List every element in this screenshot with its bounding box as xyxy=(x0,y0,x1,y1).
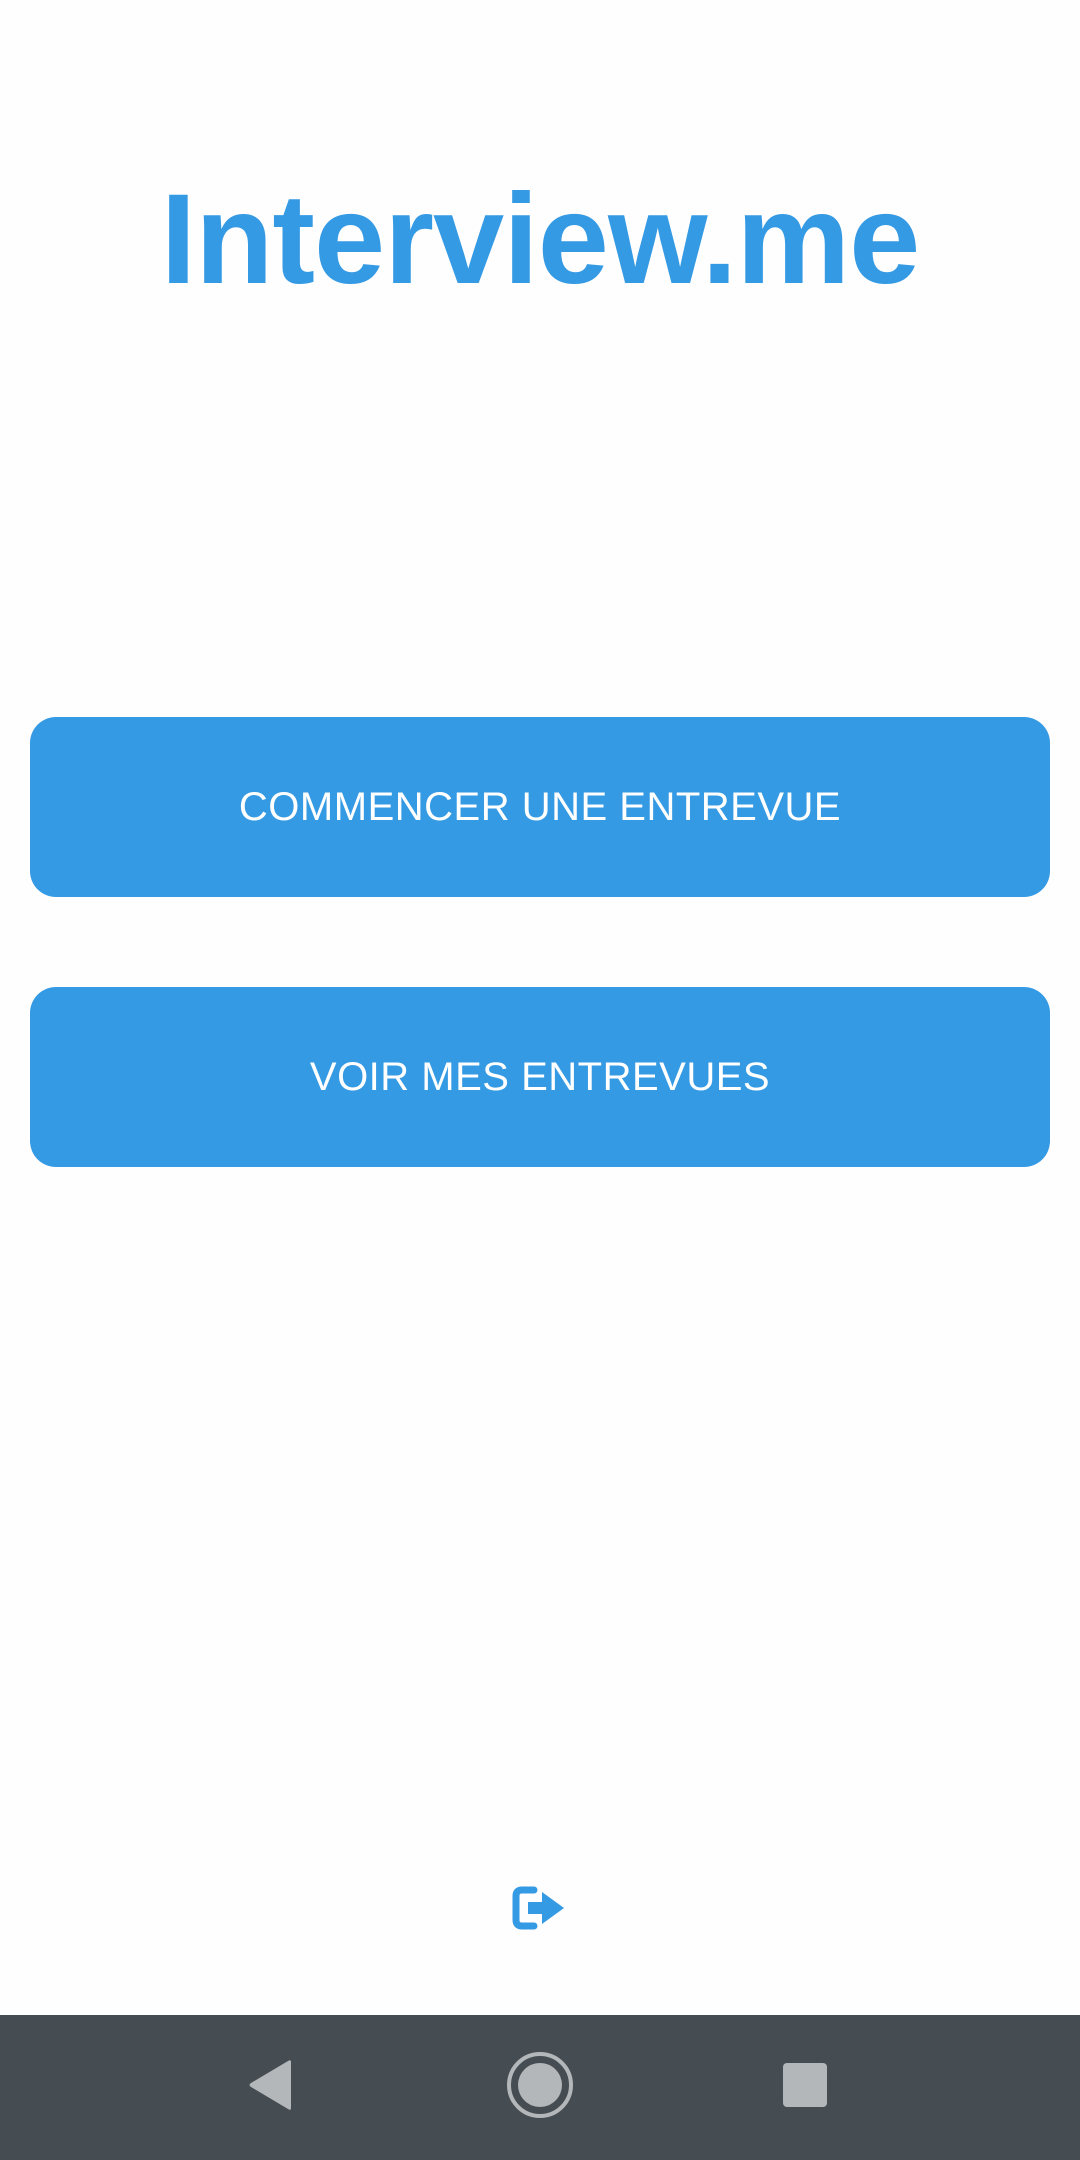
nav-back-button[interactable] xyxy=(210,2015,330,2160)
recent-square-icon xyxy=(781,2061,829,2114)
home-screen: Interview.me COMMENCER UNE ENTREVUE VOIR… xyxy=(0,0,1080,2160)
logout-icon xyxy=(512,1886,568,1935)
nav-recent-apps-button[interactable] xyxy=(745,2015,865,2160)
home-circle-icon xyxy=(505,2050,575,2125)
view-interviews-button[interactable]: VOIR MES ENTREVUES xyxy=(30,987,1050,1167)
start-interview-button[interactable]: COMMENCER UNE ENTREVUE xyxy=(30,717,1050,897)
back-triangle-icon xyxy=(245,2058,295,2117)
system-navigation-bar xyxy=(0,2015,1080,2160)
app-title: Interview.me xyxy=(160,168,921,311)
nav-home-button[interactable] xyxy=(480,2015,600,2160)
logout-button[interactable] xyxy=(510,1885,570,1935)
